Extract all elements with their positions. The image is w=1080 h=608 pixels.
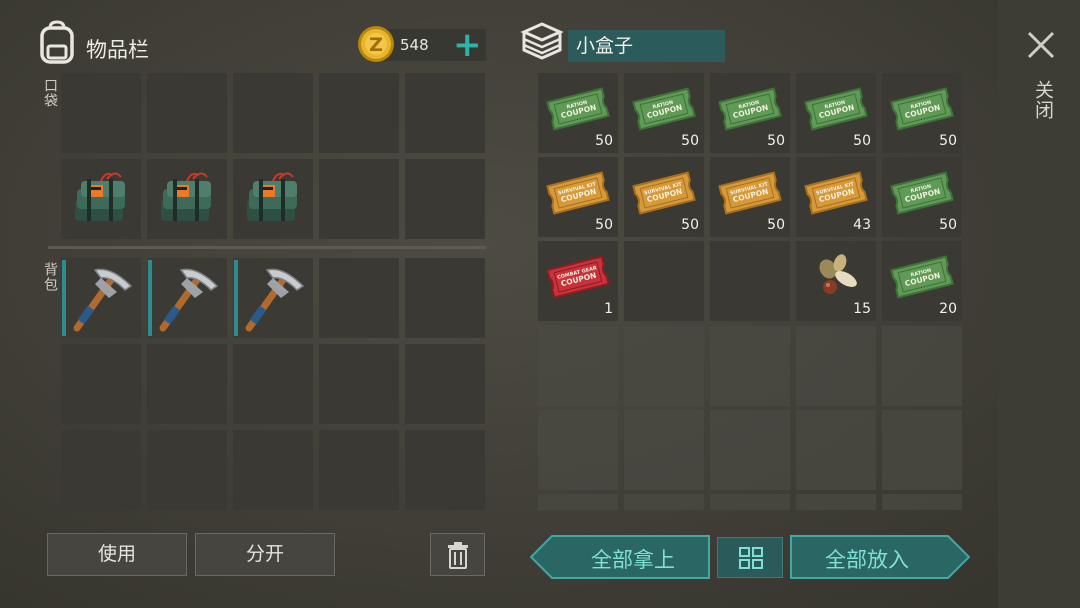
item-count: 50 [853,133,871,149]
backpack-slot[interactable] [319,430,399,510]
item-count: 50 [595,217,613,233]
pocket-slot[interactable] [405,159,485,239]
put-all-label: 全部放入 [825,548,909,572]
c4-explosive-icon [233,159,313,239]
ration-coupon-item[interactable]: RATION COUPON 50 [882,73,962,153]
item-count: 50 [767,133,785,149]
trash-button[interactable] [430,533,485,576]
c4-explosive-item[interactable] [233,159,313,239]
item-count: 15 [853,301,871,317]
pickaxe-item[interactable] [61,258,141,338]
add-currency-button[interactable]: + [453,28,482,62]
survival-kit-coupon-item[interactable]: SURVIVAL KIT COUPON 50 [710,157,790,237]
backpack-label: 背包 [42,262,58,292]
container-slot[interactable] [710,326,790,406]
pickaxe-icon [147,258,227,338]
pickaxe-icon [61,258,141,338]
container-slot[interactable] [538,326,618,406]
ration-coupon-item[interactable]: RATION COUPON 50 [624,73,704,153]
ration-coupon-item[interactable]: RATION COUPON 50 [710,73,790,153]
c4-explosive-item[interactable] [61,159,141,239]
pocket-slot[interactable] [405,73,485,153]
pocket-slot[interactable] [233,73,313,153]
container-slot[interactable] [624,326,704,406]
container-title: 小盒子 [568,30,725,62]
survival-kit-coupon-item[interactable]: SURVIVAL KIT COUPON 50 [538,157,618,237]
pocket-slot[interactable] [319,159,399,239]
backpack-slot[interactable] [61,344,141,424]
container-slot[interactable] [882,326,962,406]
item-count: 50 [595,133,613,149]
container-slot[interactable] [796,410,876,490]
ration-coupon-item[interactable]: RATION COUPON 50 [538,73,618,153]
backpack-slot[interactable] [147,430,227,510]
trash-icon [447,541,469,569]
currency-amount: 548 [400,36,429,54]
split-button[interactable]: 分开 [195,533,335,576]
item-count: 50 [681,133,699,149]
backpack-slot[interactable] [233,344,313,424]
ration-coupon-item[interactable]: RATION COUPON 50 [882,157,962,237]
container-slot[interactable] [538,494,618,510]
put-all-button[interactable]: 全部放入 [790,535,970,579]
grid-icon [738,546,764,570]
box-icon [518,20,564,62]
ration-coupon-item[interactable]: RATION COUPON 20 [882,241,962,321]
container-slot[interactable] [710,241,790,321]
ration-coupon-item[interactable]: RATION COUPON 50 [796,73,876,153]
take-all-button[interactable]: 全部拿上 [530,535,710,579]
backpack-slot[interactable] [147,344,227,424]
item-count: 50 [681,217,699,233]
seeds-item[interactable]: 15 [796,241,876,321]
pickaxe-icon [233,258,313,338]
coin-icon: Z [356,24,396,64]
section-divider [48,246,486,249]
backpack-slot[interactable] [405,430,485,510]
pocket-slot[interactable] [319,73,399,153]
use-button[interactable]: 使用 [47,533,187,576]
container-slot[interactable] [624,410,704,490]
pocket-slot[interactable] [61,73,141,153]
container-slot[interactable] [796,326,876,406]
take-all-label: 全部拿上 [591,548,675,572]
c4-explosive-icon [61,159,141,239]
survival-kit-coupon-item[interactable]: SURVIVAL KIT COUPON 43 [796,157,876,237]
c4-explosive-icon [147,159,227,239]
pickaxe-item[interactable] [147,258,227,338]
close-icon[interactable] [1026,30,1056,60]
container-slot[interactable] [796,494,876,510]
pickaxe-item[interactable] [233,258,313,338]
backpack-slot[interactable] [405,258,485,338]
item-count: 50 [939,217,957,233]
pocket-label: 口袋 [42,78,58,108]
pocket-slot[interactable] [147,73,227,153]
svg-text:Z: Z [369,34,383,56]
backpack-slot[interactable] [405,344,485,424]
container-slot[interactable] [624,241,704,321]
container-slot[interactable] [624,494,704,510]
item-count: 43 [853,217,871,233]
inventory-title: 物品栏 [86,38,149,62]
container-slot[interactable] [710,410,790,490]
backpack-slot[interactable] [233,430,313,510]
sort-button[interactable] [717,537,783,578]
item-count: 1 [604,301,613,317]
c4-explosive-item[interactable] [147,159,227,239]
container-slot[interactable] [710,494,790,510]
item-count: 20 [939,301,957,317]
container-slot[interactable] [882,410,962,490]
survival-kit-coupon-item[interactable]: SURVIVAL KIT COUPON 50 [624,157,704,237]
item-count: 50 [767,217,785,233]
container-slot[interactable] [538,410,618,490]
container-slot[interactable] [882,494,962,510]
backpack-slot[interactable] [319,344,399,424]
backpack-slot[interactable] [61,430,141,510]
backpack-icon [38,20,76,64]
item-count: 50 [939,133,957,149]
backpack-slot[interactable] [319,258,399,338]
close-label[interactable]: 关闭 [1030,80,1057,120]
combat-gear-coupon-item[interactable]: COMBAT GEAR COUPON 1 [538,241,618,321]
